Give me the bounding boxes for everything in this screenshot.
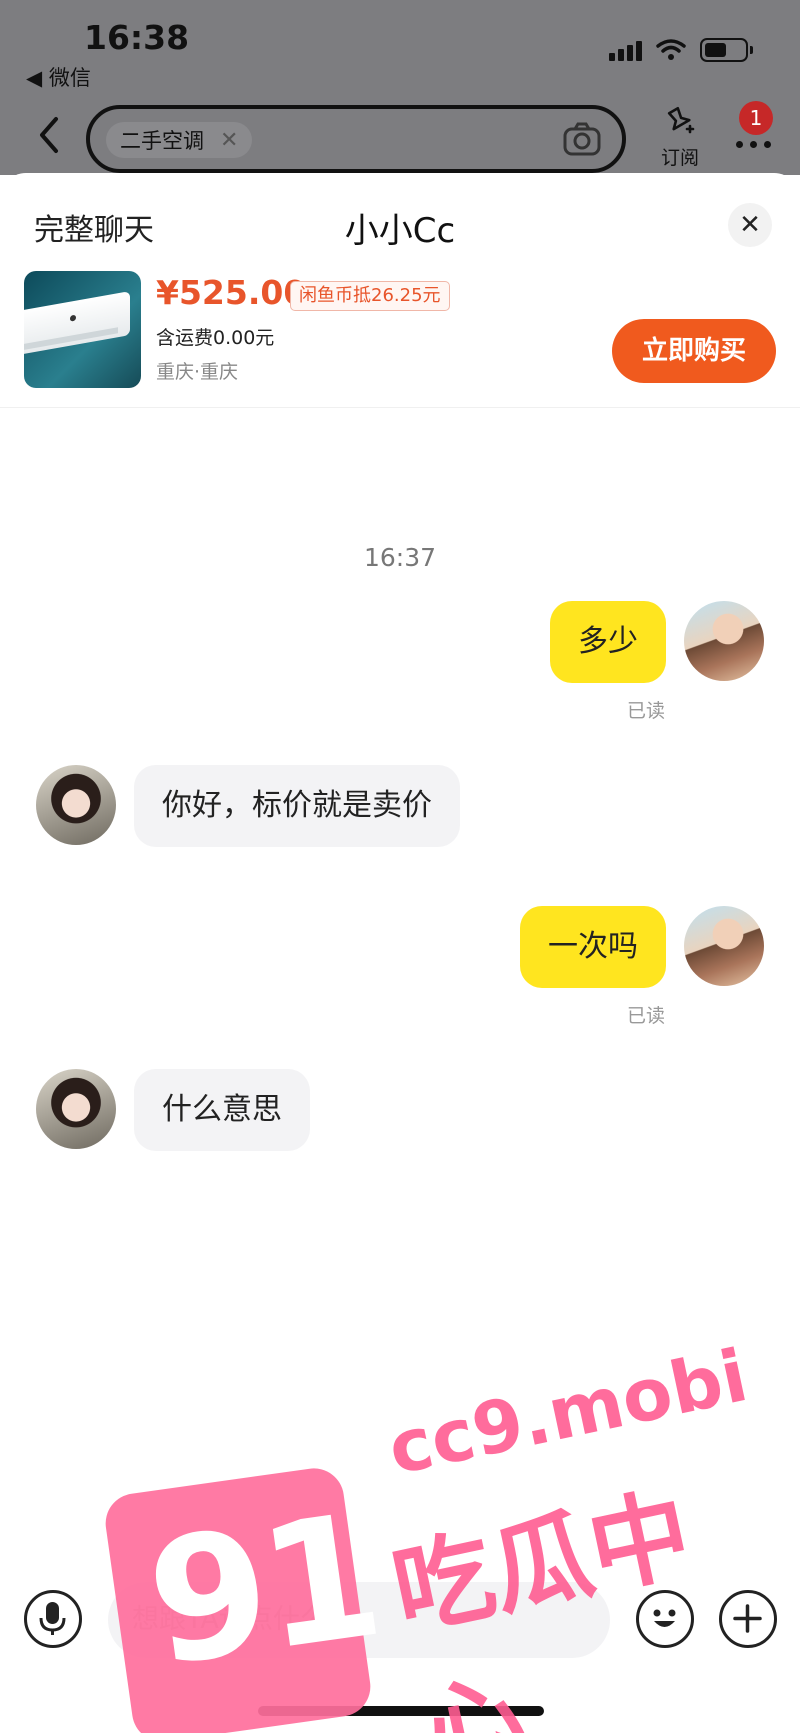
buy-now-button[interactable]: 立即购买: [612, 319, 776, 383]
battery-icon: [700, 38, 753, 62]
chat-peer-name: 小小Cc: [344, 211, 456, 251]
message-bubble-me[interactable]: 多少: [550, 601, 666, 683]
cellular-signal-icon: [609, 39, 642, 61]
coin-discount-badge: 闲鱼币抵26.25元: [290, 281, 450, 311]
status-time: 16:38: [84, 18, 190, 57]
product-location: 重庆·重庆: [156, 361, 239, 383]
shipping-fee: 含运费0.00元: [156, 327, 275, 349]
home-indicator: [258, 1706, 544, 1716]
product-price: ¥525.00: [156, 273, 307, 312]
my-avatar[interactable]: [684, 906, 764, 986]
close-icon[interactable]: ✕: [728, 203, 772, 247]
read-status: 已读: [627, 1005, 666, 1027]
product-thumbnail: [24, 271, 141, 388]
message-bubble-peer[interactable]: 什么意思: [134, 1069, 310, 1151]
peer-avatar[interactable]: [36, 765, 116, 845]
wifi-icon: [656, 39, 686, 60]
plus-icon: [733, 1604, 762, 1633]
chip-close-icon[interactable]: ✕: [220, 128, 238, 153]
message-input[interactable]: 想跟TA说点什么...: [108, 1582, 610, 1658]
chat-timestamp: 16:37: [363, 543, 437, 572]
input-bar: 想跟TA说点什么...: [0, 1570, 800, 1670]
emoji-button[interactable]: [636, 1590, 694, 1648]
sheet-header: 完整聊天 小小Cc ✕: [0, 173, 800, 263]
subscribe-pin-icon: [667, 106, 695, 134]
status-bar: 16:38 ◀ 微信: [0, 0, 800, 95]
search-box[interactable]: 二手空调 ✕: [86, 105, 626, 173]
subscribe-label: 订阅: [660, 147, 699, 169]
subscribe-button[interactable]: 订阅: [650, 105, 710, 170]
notification-badge: 1: [739, 101, 773, 135]
voice-button[interactable]: [24, 1590, 82, 1648]
more-dots-icon: [736, 141, 771, 148]
message-bubble-me[interactable]: 一次吗: [520, 906, 666, 988]
search-chip[interactable]: 二手空调 ✕: [106, 122, 253, 158]
message-bubble-peer[interactable]: 你好，标价就是卖价: [134, 765, 460, 847]
more-button[interactable]: 1: [730, 101, 782, 161]
top-nav: 二手空调 ✕ 订阅 1: [0, 95, 800, 175]
back-to-wechat-link[interactable]: ◀ 微信: [26, 62, 91, 92]
camera-icon[interactable]: [562, 121, 602, 157]
status-icons: [609, 38, 753, 62]
read-status: 已读: [627, 700, 666, 722]
emoji-icon: [653, 1609, 676, 1627]
voice-icon: [39, 1602, 66, 1635]
plus-button[interactable]: [719, 1590, 777, 1648]
product-card[interactable]: ¥525.00 闲鱼币抵26.25元 含运费0.00元 重庆·重庆 立即购买: [0, 263, 800, 408]
my-avatar[interactable]: [684, 601, 764, 681]
back-chevron-icon[interactable]: [34, 115, 64, 155]
peer-avatar[interactable]: [36, 1069, 116, 1149]
search-chip-label: 二手空调: [120, 129, 204, 153]
chat-sheet: 完整聊天 小小Cc ✕ ¥525.00 闲鱼币抵26.25元 含运费0.00元 …: [0, 173, 800, 1733]
